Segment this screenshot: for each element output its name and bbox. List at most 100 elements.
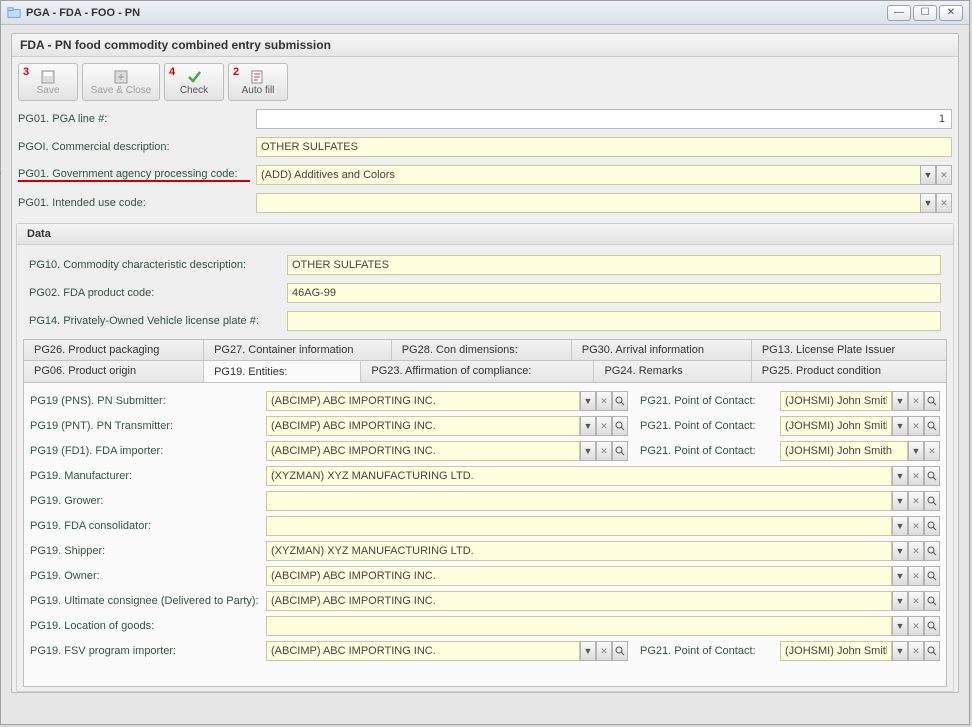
tab-pg30[interactable]: PG30. Arrival information	[572, 340, 752, 360]
dropdown-icon[interactable]: ▼	[580, 641, 596, 661]
clear-icon[interactable]: ✕	[596, 391, 612, 411]
entity-input[interactable]	[266, 641, 580, 661]
clear-icon[interactable]: ✕	[596, 641, 612, 661]
save-button[interactable]: 3 Save	[18, 63, 78, 101]
search-icon[interactable]	[924, 541, 940, 561]
entity-input[interactable]	[266, 516, 892, 536]
search-icon[interactable]	[924, 516, 940, 536]
dropdown-icon[interactable]: ▼	[892, 466, 908, 486]
entity-input[interactable]	[266, 541, 892, 561]
search-icon[interactable]	[612, 641, 628, 661]
poc-input[interactable]	[780, 441, 908, 461]
dropdown-icon[interactable]: ▼	[920, 193, 936, 213]
entity-row: PG19. Owner:▼✕	[30, 566, 940, 586]
dropdown-icon[interactable]: ▼	[580, 416, 596, 436]
entity-input[interactable]	[266, 441, 580, 461]
tab-pg28[interactable]: PG28. Con dimensions:	[392, 340, 572, 360]
search-icon[interactable]	[612, 391, 628, 411]
clear-icon[interactable]: ✕	[908, 616, 924, 636]
tab-pg23[interactable]: PG23. Affirmation of compliance:	[361, 361, 594, 382]
search-icon[interactable]	[924, 591, 940, 611]
tab-pg26[interactable]: PG26. Product packaging	[24, 340, 204, 360]
pg14-label: PG14. Privately-Owned Vehicle license pl…	[29, 315, 281, 327]
dropdown-icon[interactable]: ▼	[892, 516, 908, 536]
poc-input[interactable]	[780, 641, 892, 661]
entities-tab-content: PG19 (PNS). PN Submitter:▼✕PG21. Point o…	[24, 383, 946, 686]
clear-icon[interactable]: ✕	[936, 193, 952, 213]
tab-pg25[interactable]: PG25. Product condition	[752, 361, 946, 382]
intended-use-input[interactable]	[256, 193, 920, 213]
search-icon[interactable]	[924, 491, 940, 511]
dropdown-icon[interactable]: ▼	[892, 416, 908, 436]
clear-icon[interactable]: ✕	[908, 541, 924, 561]
dropdown-icon[interactable]: ▼	[892, 641, 908, 661]
poc-label: PG21. Point of Contact:	[634, 395, 774, 407]
entity-input[interactable]	[266, 566, 892, 586]
clear-icon[interactable]: ✕	[908, 416, 924, 436]
panel-title: FDA - PN food commodity combined entry s…	[12, 34, 958, 57]
minimize-button[interactable]: —	[887, 5, 911, 21]
dropdown-icon[interactable]: ▼	[580, 391, 596, 411]
poc-field: ▼✕	[780, 641, 940, 661]
entity-input[interactable]	[266, 591, 892, 611]
clear-icon[interactable]: ✕	[908, 491, 924, 511]
search-icon[interactable]	[612, 441, 628, 461]
entity-label: PG19 (FD1). FDA importer:	[30, 445, 260, 457]
dropdown-icon[interactable]: ▼	[580, 441, 596, 461]
clear-icon[interactable]: ✕	[908, 391, 924, 411]
search-icon[interactable]	[924, 466, 940, 486]
search-icon[interactable]	[924, 566, 940, 586]
pg14-input[interactable]	[287, 311, 941, 331]
dropdown-icon[interactable]: ▼	[892, 616, 908, 636]
entity-input[interactable]	[266, 391, 580, 411]
poc-label: PG21. Point of Contact:	[634, 645, 774, 657]
search-icon[interactable]	[924, 416, 940, 436]
dropdown-icon[interactable]: ▼	[920, 165, 936, 185]
tab-pg13[interactable]: PG13. License Plate Issuer	[752, 340, 946, 360]
clear-icon[interactable]: ✕	[908, 516, 924, 536]
dropdown-icon[interactable]: ▼	[892, 566, 908, 586]
clear-icon[interactable]: ✕	[924, 441, 940, 461]
tab-pg27[interactable]: PG27. Container information	[204, 340, 392, 360]
clear-icon[interactable]: ✕	[908, 566, 924, 586]
maximize-button[interactable]: ☐	[913, 5, 937, 21]
dropdown-icon[interactable]: ▼	[892, 541, 908, 561]
search-icon[interactable]	[612, 416, 628, 436]
entity-input[interactable]	[266, 616, 892, 636]
dropdown-icon[interactable]: ▼	[892, 491, 908, 511]
dropdown-icon[interactable]: ▼	[892, 591, 908, 611]
entity-row: PG19 (PNS). PN Submitter:▼✕PG21. Point o…	[30, 391, 940, 411]
clear-icon[interactable]: ✕	[908, 641, 924, 661]
clear-icon[interactable]: ✕	[936, 165, 952, 185]
dropdown-icon[interactable]: ▼	[892, 391, 908, 411]
autofill-button[interactable]: 2 Auto fill	[228, 63, 288, 101]
entity-field: ▼✕	[266, 516, 940, 536]
clear-icon[interactable]: ✕	[596, 441, 612, 461]
search-icon[interactable]	[924, 391, 940, 411]
tab-pg06[interactable]: PG06. Product origin	[24, 361, 204, 382]
pg10-input[interactable]	[287, 255, 941, 275]
pga-line-input[interactable]	[256, 109, 952, 129]
gov-code-input[interactable]	[256, 165, 920, 185]
entity-label: PG19. Grower:	[30, 495, 260, 507]
entity-input[interactable]	[266, 491, 892, 511]
pg02-input[interactable]	[287, 283, 941, 303]
clear-icon[interactable]: ✕	[596, 416, 612, 436]
poc-input[interactable]	[780, 416, 892, 436]
clear-icon[interactable]: ✕	[908, 591, 924, 611]
dropdown-icon[interactable]: ▼	[908, 441, 924, 461]
search-icon[interactable]	[924, 641, 940, 661]
poc-field: ▼✕	[780, 391, 940, 411]
close-button[interactable]: ✕	[939, 5, 963, 21]
check-button[interactable]: 4 Check	[164, 63, 224, 101]
tab-pg19[interactable]: PG19. Entities:	[204, 361, 361, 382]
poc-input[interactable]	[780, 391, 892, 411]
search-icon[interactable]	[924, 616, 940, 636]
entity-input[interactable]	[266, 466, 892, 486]
save-close-button[interactable]: Save & Close	[82, 63, 160, 101]
clear-icon[interactable]: ✕	[908, 466, 924, 486]
entity-input[interactable]	[266, 416, 580, 436]
tab-pg24[interactable]: PG24. Remarks	[594, 361, 751, 382]
pg10-label: PG10. Commodity characteristic descripti…	[29, 259, 281, 271]
comm-desc-input[interactable]	[256, 137, 952, 157]
